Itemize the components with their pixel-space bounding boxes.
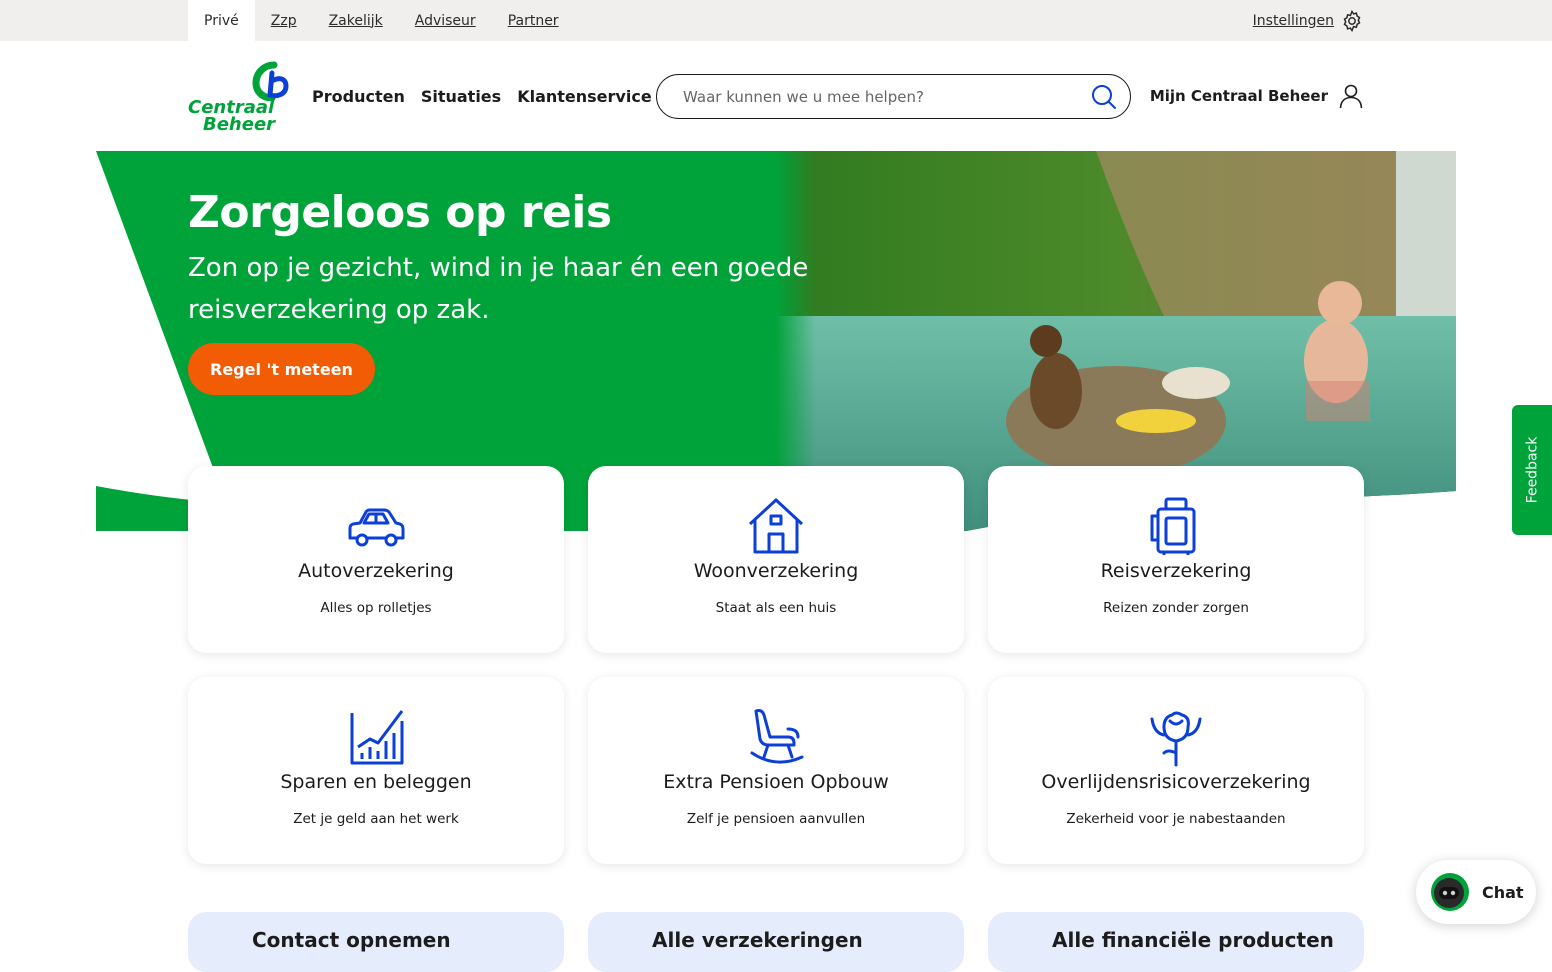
- card-title: Overlijdensrisicoverzekering: [1041, 771, 1311, 793]
- link-card-verzekeringen[interactable]: Alle verzekeringen: [588, 912, 964, 972]
- segment-partner[interactable]: Partner: [492, 0, 575, 41]
- settings-label: Instellingen: [1252, 12, 1334, 29]
- rocking-chair-icon: [750, 709, 804, 764]
- settings-link[interactable]: Instellingen: [1253, 0, 1364, 41]
- search-icon[interactable]: [1090, 83, 1118, 111]
- link-card-financiele-producten[interactable]: Alle financiële producten: [988, 912, 1364, 972]
- suitcase-icon: [1150, 497, 1196, 555]
- card-title: Reisverzekering: [1100, 560, 1252, 582]
- segment-zzp[interactable]: Zzp: [255, 0, 313, 41]
- nav-situaties[interactable]: Situaties: [421, 87, 501, 106]
- feedback-tab[interactable]: Feedback: [1512, 405, 1552, 535]
- segment-tabs: Privé Zzp Zakelijk Adviseur Partner: [188, 0, 575, 41]
- card-title: Extra Pensioen Opbouw: [663, 771, 889, 793]
- main-header: Centraal Beheer Producten Situaties Klan…: [0, 41, 1552, 151]
- card-desc: Reizen zonder zorgen: [1103, 600, 1249, 616]
- product-card-overlijdens[interactable]: Overlijdensrisicoverzekering Zekerheid v…: [988, 677, 1364, 864]
- chat-label: Chat: [1482, 882, 1524, 902]
- nav-producten[interactable]: Producten: [312, 87, 405, 106]
- link-card-label: Alle financiële producten: [1052, 928, 1334, 952]
- cb-logo-icon: [252, 61, 289, 101]
- account-label: Mijn Centraal Beheer: [1149, 87, 1328, 105]
- card-desc: Zekerheid voor je nabestaanden: [1066, 811, 1286, 827]
- link-card-label: Contact opnemen: [252, 928, 451, 952]
- product-card-reis[interactable]: Reisverzekering Reizen zonder zorgen: [988, 466, 1364, 653]
- user-icon: [1339, 84, 1363, 109]
- segment-bar: Privé Zzp Zakelijk Adviseur Partner Inst…: [0, 0, 1552, 41]
- link-card-contact[interactable]: Contact opnemen: [188, 912, 564, 972]
- chat-widget-button[interactable]: Chat: [1416, 860, 1536, 924]
- product-card-pensioen[interactable]: Extra Pensioen Opbouw Zelf je pensioen a…: [588, 677, 964, 864]
- house-icon: [748, 498, 804, 554]
- card-desc: Zet je geld aan het werk: [293, 811, 459, 827]
- hero-title: Zorgeloos op reis: [188, 187, 612, 238]
- account-link[interactable]: Mijn Centraal Beheer: [1150, 41, 1364, 151]
- logo-text-beheer: Beheer: [203, 114, 276, 135]
- hero-cta-button[interactable]: Regel 't meteen: [188, 343, 375, 395]
- card-desc: Alles op rolletjes: [320, 600, 432, 616]
- card-desc: Staat als een huis: [715, 600, 837, 616]
- card-desc: Zelf je pensioen aanvullen: [686, 811, 866, 827]
- logo[interactable]: Centraal Beheer: [188, 61, 292, 135]
- nav-klantenservice[interactable]: Klantenservice: [517, 87, 651, 106]
- segment-prive[interactable]: Privé: [188, 0, 255, 41]
- product-card-auto[interactable]: Autoverzekering Alles op rolletjes: [188, 466, 564, 653]
- main-nav: Producten Situaties Klantenservice: [312, 41, 652, 151]
- chat-bot-icon: [1431, 873, 1469, 911]
- segment-adviseur[interactable]: Adviseur: [399, 0, 492, 41]
- search-input[interactable]: [683, 87, 1090, 106]
- segment-zakelijk[interactable]: Zakelijk: [313, 0, 399, 41]
- card-title: Autoverzekering: [298, 560, 454, 582]
- feedback-label: Feedback: [1524, 436, 1541, 504]
- card-title: Woonverzekering: [693, 560, 859, 582]
- product-card-sparen[interactable]: Sparen en beleggen Zet je geld aan het w…: [188, 677, 564, 864]
- product-card-woon[interactable]: Woonverzekering Staat als een huis: [588, 466, 964, 653]
- car-icon: [348, 508, 405, 547]
- search-box: [656, 74, 1131, 119]
- card-title: Sparen en beleggen: [280, 771, 472, 793]
- hero-subtitle: Zon op je gezicht, wind in je haar én ee…: [188, 253, 809, 325]
- chart-icon: [350, 710, 404, 765]
- link-card-label: Alle verzekeringen: [652, 928, 863, 952]
- gear-icon: [1343, 9, 1361, 32]
- rose-icon: [1150, 711, 1202, 767]
